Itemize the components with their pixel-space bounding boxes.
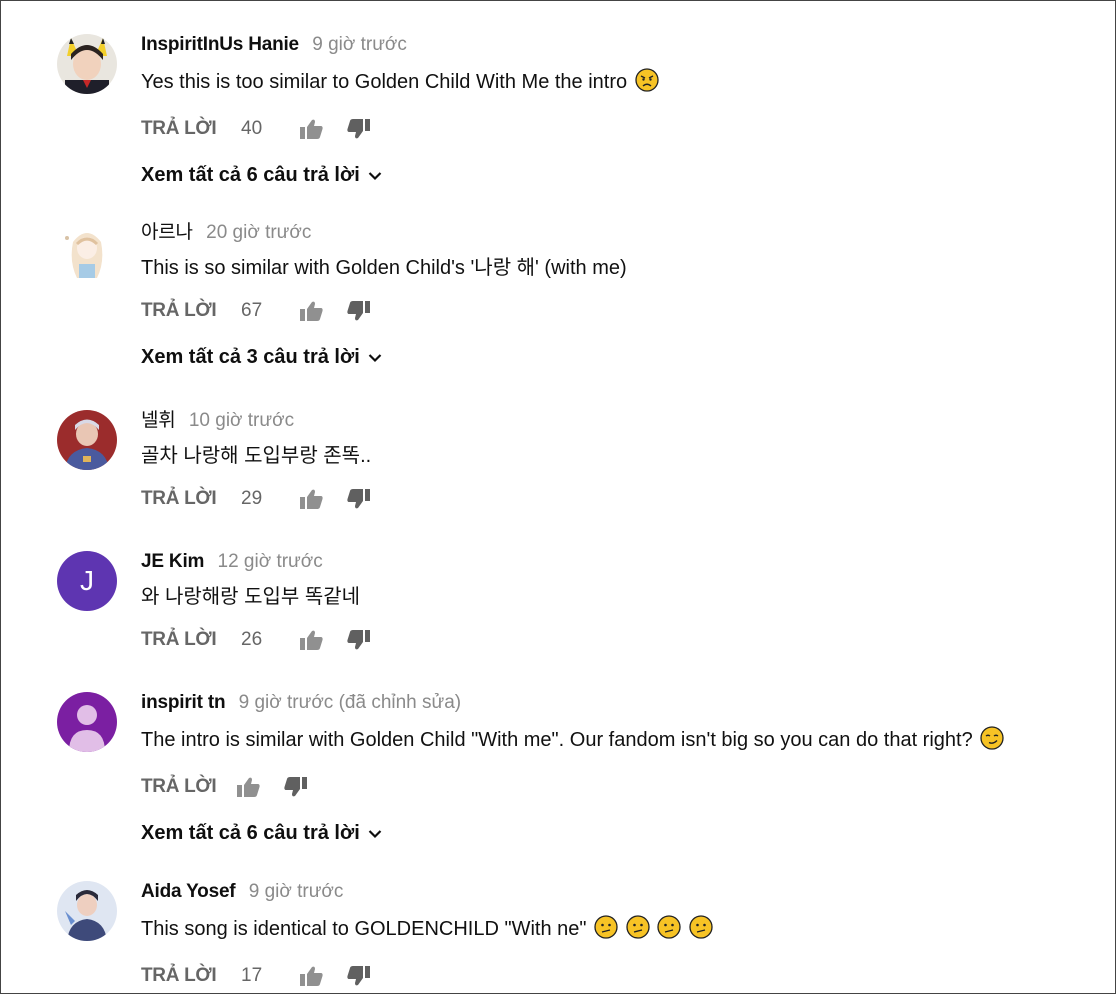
timestamp[interactable]: 9 giờ trước (312, 34, 407, 55)
comment-text: This is so similar with Golden Child's '… (141, 256, 1115, 280)
comment-header: inspirit tn 9 giờ trước (đã chỉnh sửa) (141, 692, 1115, 714)
comment-header: JE Kim 12 giờ trước (141, 551, 1115, 573)
comment-header: Aida Yosef 9 giờ trước (141, 881, 1115, 903)
avatar[interactable] (57, 692, 117, 752)
comment-text: 골차 나랑해 도입부랑 존똑.. (141, 444, 1115, 468)
thumbs-down-icon[interactable] (347, 298, 395, 324)
comment-body: 넬휘 10 giờ trước 골차 나랑해 도입부랑 존똑.. TRẢ LỜI… (141, 410, 1115, 512)
comment-actions: TRẢ LỜI 29 (141, 486, 1115, 512)
reply-button[interactable]: TRẢ LỜI (141, 300, 241, 322)
confused-face-icon (625, 915, 650, 945)
view-replies-button[interactable]: Xem tất cả 3 câu trả lời (141, 346, 382, 369)
like-count: 40 (241, 118, 263, 139)
comment-header: 아르나 20 giờ trước (141, 222, 1115, 244)
thumbs-up-icon[interactable] (299, 627, 347, 653)
avatar[interactable] (57, 222, 117, 282)
thumbs-down-icon[interactable] (284, 774, 332, 800)
view-replies-label: Xem tất cả 6 câu trả lời (141, 822, 360, 844)
timestamp[interactable]: 9 giờ trước (đã chỉnh sửa) (239, 692, 462, 713)
reply-button[interactable]: TRẢ LỜI (141, 965, 241, 987)
reply-button[interactable]: TRẢ LỜI (141, 776, 236, 798)
view-replies-button[interactable]: Xem tất cả 6 câu trả lời (141, 822, 382, 845)
reply-button[interactable]: TRẢ LỜI (141, 118, 241, 140)
author-name[interactable]: 넬휘 (141, 410, 176, 431)
chevron-down-icon (368, 346, 382, 369)
comment-actions: TRẢ LỜI 67 (141, 298, 1115, 324)
comment-text: The intro is similar with Golden Child "… (141, 726, 1115, 756)
comment-body: 아르나 20 giờ trước This is so similar with… (141, 222, 1115, 369)
thumbs-up-icon[interactable] (299, 116, 347, 142)
avatar-letter: J (80, 565, 94, 596)
view-replies-label: Xem tất cả 6 câu trả lời (141, 164, 360, 186)
timestamp[interactable]: 20 giờ trước (206, 222, 311, 243)
author-name[interactable]: InspiritInUs Hanie (141, 34, 299, 55)
thumbs-down-icon[interactable] (347, 486, 395, 512)
confused-face-icon (689, 915, 713, 945)
comment-body: InspiritInUs Hanie 9 giờ trước Yes this … (141, 34, 1115, 187)
timestamp[interactable]: 10 giờ trước (189, 410, 294, 431)
author-name[interactable]: Aida Yosef (141, 881, 236, 902)
default-user-icon (69, 705, 105, 752)
reply-button[interactable]: TRẢ LỜI (141, 488, 241, 510)
author-name[interactable]: JE Kim (141, 551, 204, 572)
comment-actions: TRẢ LỜI 17 (141, 963, 1115, 989)
comment-actions: TRẢ LỜI (141, 774, 1115, 800)
thumbs-down-icon[interactable] (347, 116, 395, 142)
comments-section: InspiritInUs Hanie 9 giờ trước Yes this … (0, 0, 1116, 994)
angry-face-icon (635, 68, 659, 98)
comment-body: inspirit tn 9 giờ trước (đã chỉnh sửa) T… (141, 692, 1115, 845)
comment-text-content: 와 나랑해랑 도입부 똑같네 (141, 586, 361, 608)
like-count: 29 (241, 488, 263, 509)
thumbs-up-icon[interactable] (299, 963, 347, 989)
avatar[interactable] (57, 881, 117, 941)
timestamp[interactable]: 9 giờ trước (249, 881, 344, 902)
avatar[interactable] (57, 34, 117, 94)
comment-text: Yes this is too similar to Golden Child … (141, 68, 1115, 98)
comment-actions: TRẢ LỜI 26 (141, 627, 1115, 653)
comment-body: JE Kim 12 giờ trước 와 나랑해랑 도입부 똑같네 TRẢ L… (141, 551, 1115, 653)
comment-body: Aida Yosef 9 giờ trước This song is iden… (141, 881, 1115, 989)
chevron-down-icon (368, 164, 382, 187)
comment-header: 넬휘 10 giờ trước (141, 410, 1115, 432)
view-replies-button[interactable]: Xem tất cả 6 câu trả lời (141, 164, 382, 187)
confused-face-icon (657, 915, 681, 945)
comment-text-content: This song is identical to GOLDENCHILD "W… (141, 918, 587, 940)
smirking-face-icon (980, 726, 1004, 756)
view-replies-label: Xem tất cả 3 câu trả lời (141, 346, 360, 368)
comment-text-content: Yes this is too similar to Golden Child … (141, 71, 628, 93)
chevron-down-icon (368, 822, 382, 845)
author-name[interactable]: inspirit tn (141, 692, 226, 713)
comment-actions: TRẢ LỜI 40 (141, 116, 1115, 142)
comment-text-content: This is so similar with Golden Child's '… (141, 257, 627, 279)
thumbs-down-icon[interactable] (347, 627, 395, 653)
author-name[interactable]: 아르나 (141, 222, 193, 243)
avatar[interactable]: J (57, 551, 117, 611)
like-count: 67 (241, 300, 263, 321)
avatar[interactable] (57, 410, 117, 470)
timestamp[interactable]: 12 giờ trước (218, 551, 323, 572)
comment-text-content: 골차 나랑해 도입부랑 존똑.. (141, 445, 372, 467)
comment-text: 와 나랑해랑 도입부 똑같네 (141, 585, 1115, 609)
comment-header: InspiritInUs Hanie 9 giờ trước (141, 34, 1115, 56)
thumbs-down-icon[interactable] (347, 963, 395, 989)
comment-text: This song is identical to GOLDENCHILD "W… (141, 915, 1115, 945)
thumbs-up-icon[interactable] (236, 774, 284, 800)
like-count: 17 (241, 965, 263, 986)
confused-face-icon (594, 915, 618, 945)
thumbs-up-icon[interactable] (299, 486, 347, 512)
like-count: 26 (241, 629, 263, 650)
reply-button[interactable]: TRẢ LỜI (141, 629, 241, 651)
comment-text-content: The intro is similar with Golden Child "… (141, 729, 973, 751)
thumbs-up-icon[interactable] (299, 298, 347, 324)
